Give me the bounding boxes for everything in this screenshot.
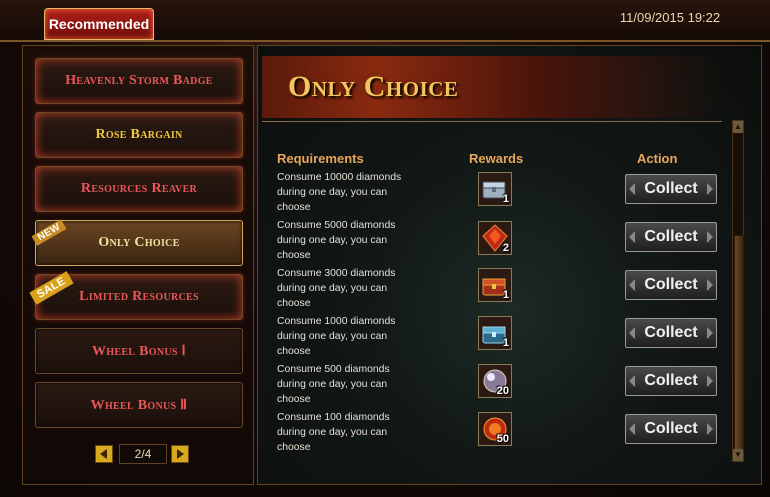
sidebar-item-label: Limited Resources: [79, 289, 199, 304]
sidebar-item-label: Rose Bargain: [95, 127, 183, 142]
sidebar-item-resources-reaver[interactable]: Resources Reaver: [35, 166, 243, 212]
next-page-button[interactable]: [171, 445, 189, 463]
sidebar-item-label: Wheel Bonus Ⅱ: [90, 397, 188, 413]
sidebar-item-wheel-bonus-2[interactable]: Wheel Bonus Ⅱ: [35, 382, 243, 428]
reward-quantity: 1: [502, 289, 509, 301]
sidebar-item-rose-bargain[interactable]: Rose Bargain: [35, 112, 243, 158]
column-header-requirements: Requirements: [277, 151, 364, 166]
collect-button[interactable]: Collect: [625, 318, 717, 348]
sale-badge: SALE: [29, 271, 74, 305]
pager: 2/4: [95, 444, 191, 466]
requirement-text: Consume 3000 diamonds during one day, yo…: [277, 268, 396, 310]
requirement-text: Consume 5000 diamonds during one day, yo…: [277, 220, 396, 262]
collect-button[interactable]: Collect: [625, 414, 717, 444]
arrow-right-icon: [177, 449, 184, 459]
sidebar-item-limited-resources[interactable]: SALE Limited Resources: [29, 271, 243, 320]
reward-quantity: 1: [502, 193, 509, 205]
tab-divider: [0, 40, 770, 42]
datetime-display: 11/09/2015 19:22: [619, 10, 721, 25]
reward-quantity: 1: [502, 337, 509, 349]
scroll-thumb[interactable]: [734, 235, 744, 451]
event-sidebar: Heavenly Storm Badge Rose Bargain Resour…: [22, 45, 254, 485]
sidebar-item-label: Heavenly Storm Badge: [65, 73, 213, 88]
sidebar-item-only-choice[interactable]: NEW Only Choice: [31, 219, 243, 266]
collect-button[interactable]: Collect: [625, 366, 717, 396]
column-header-action: Action: [637, 151, 678, 166]
requirement-text: Consume 100 diamonds during one day, you…: [277, 412, 390, 454]
new-badge: NEW: [31, 219, 67, 246]
requirement-text: Consume 1000 diamonds during one day, yo…: [277, 316, 396, 358]
sidebar-item-label: Only Choice: [98, 235, 180, 250]
sidebar-item-label: Wheel Bonus Ⅰ: [92, 343, 186, 359]
page-indicator: 2/4: [119, 444, 167, 464]
reward-slot[interactable]: 1: [478, 172, 512, 206]
collect-button[interactable]: Collect: [625, 270, 717, 300]
banner-divider: [262, 121, 722, 122]
arrow-left-icon: [100, 449, 107, 459]
reward-slot[interactable]: 2: [478, 221, 512, 255]
reward-quantity: 20: [496, 385, 509, 397]
reward-slot[interactable]: 50: [478, 412, 512, 446]
requirement-text: Consume 500 diamonds during one day, you…: [277, 364, 390, 406]
reward-slot[interactable]: 1: [478, 316, 512, 350]
reward-slot[interactable]: 1: [478, 268, 512, 302]
scroll-up-button[interactable]: ▲: [733, 121, 743, 133]
reward-quantity: 2: [502, 242, 509, 254]
scrollbar[interactable]: ▲ ▼: [732, 120, 744, 462]
collect-button[interactable]: Collect: [625, 174, 717, 204]
prev-page-button[interactable]: [95, 445, 113, 463]
sidebar-item-wheel-bonus-1[interactable]: Wheel Bonus Ⅰ: [35, 328, 243, 374]
sidebar-item-label: Resources Reaver: [80, 181, 198, 196]
reward-quantity: 50: [496, 433, 509, 445]
collect-button[interactable]: Collect: [625, 222, 717, 252]
requirement-text: Consume 10000 diamonds during one day, y…: [277, 172, 402, 214]
panel-title: Only Choice: [288, 70, 459, 103]
sidebar-item-heavenly-storm-badge[interactable]: Heavenly Storm Badge: [35, 58, 243, 104]
column-header-rewards: Rewards: [469, 151, 524, 166]
tab-recommended[interactable]: Recommended: [44, 8, 154, 40]
reward-slot[interactable]: 20: [478, 364, 512, 398]
scroll-down-button[interactable]: ▼: [733, 449, 743, 461]
